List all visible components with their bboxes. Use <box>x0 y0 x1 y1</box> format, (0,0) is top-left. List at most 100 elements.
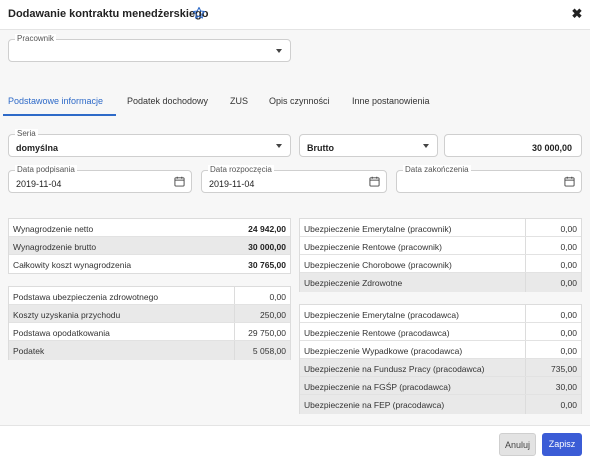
row-value: 0,00 <box>560 328 577 338</box>
row-label: Ubezpieczenie na FEP (pracodawca) <box>304 400 445 410</box>
row-value: 0,00 <box>560 260 577 270</box>
column-divider <box>525 273 526 292</box>
employer-insurance-table: Ubezpieczenie Emerytalne (pracodawca) 0,… <box>299 304 582 414</box>
row-label: Podstawa opodatkowania <box>13 328 110 338</box>
row-label: Wynagrodzenie brutto <box>13 242 97 252</box>
row-label: Koszty uzyskania przychodu <box>13 310 121 320</box>
row-label: Całkowity koszt wynagrodzenia <box>13 260 132 270</box>
active-tab-indicator <box>3 114 116 116</box>
column-divider <box>234 305 235 322</box>
column-divider <box>525 359 526 376</box>
table-row: Ubezpieczenie Rentowe (pracownik) 0,00 <box>300 237 581 255</box>
employee-insurance-table: Ubezpieczenie Emerytalne (pracownik) 0,0… <box>299 218 582 292</box>
row-value: 24 942,00 <box>248 224 286 234</box>
calendar-icon[interactable] <box>564 176 575 187</box>
series-select[interactable]: Seria domyślna <box>8 129 291 157</box>
row-value: 735,00 <box>551 364 577 374</box>
tab-activity-description[interactable]: Opis czynności <box>269 96 330 106</box>
column-divider <box>234 341 235 360</box>
row-label: Ubezpieczenie na FGŚP (pracodawca) <box>304 382 451 392</box>
cancel-button[interactable]: Anuluj <box>499 433 536 456</box>
row-value: 0,00 <box>269 292 286 302</box>
row-value: 0,00 <box>560 400 577 410</box>
employee-select[interactable]: Pracownik <box>8 34 291 62</box>
salary-summary-table: Wynagrodzenie netto 24 942,00 Wynagrodze… <box>8 218 291 274</box>
table-row: Koszty uzyskania przychodu 250,00 <box>9 305 290 323</box>
table-row: Ubezpieczenie Emerytalne (pracodawca) 0,… <box>300 305 581 323</box>
row-label: Podatek <box>13 346 45 356</box>
close-icon[interactable]: ✖ <box>570 6 584 22</box>
column-divider <box>525 237 526 254</box>
row-value: 0,00 <box>560 224 577 234</box>
row-label: Ubezpieczenie Emerytalne (pracownik) <box>304 224 452 234</box>
save-button[interactable]: Zapisz <box>542 433 582 456</box>
signed-date-field[interactable]: Data podpisania 2019-11-04 <box>8 165 192 193</box>
table-row: Ubezpieczenie Wypadkowe (pracodawca) 0,0… <box>300 341 581 359</box>
table-row: Wynagrodzenie brutto 30 000,00 <box>9 237 290 255</box>
tab-basic-info[interactable]: Podstawowe informacje <box>8 96 103 106</box>
tab-zus[interactable]: ZUS <box>230 96 248 106</box>
table-row: Ubezpieczenie Zdrowotne 0,00 <box>300 273 581 292</box>
row-value: 29 750,00 <box>248 328 286 338</box>
table-row: Ubezpieczenie na FEP (pracodawca) 0,00 <box>300 395 581 414</box>
row-value: 0,00 <box>560 242 577 252</box>
row-value: 30,00 <box>555 382 577 392</box>
signed-date-label: Data podpisania <box>15 165 77 175</box>
table-row: Podstawa ubezpieczenia zdrowotnego 0,00 <box>9 287 290 305</box>
column-divider <box>234 287 235 304</box>
table-row: Podstawa opodatkowania 29 750,00 <box>9 323 290 341</box>
row-label: Wynagrodzenie netto <box>13 224 94 234</box>
row-label: Ubezpieczenie Wypadkowe (pracodawca) <box>304 346 463 356</box>
employee-label: Pracownik <box>15 34 56 44</box>
amount-input[interactable]: 30 000,00 <box>444 134 582 157</box>
end-date-field[interactable]: Data zakończenia <box>396 165 582 193</box>
table-row: Ubezpieczenie Emerytalne (pracownik) 0,0… <box>300 219 581 237</box>
row-value: 30 765,00 <box>248 260 286 270</box>
row-value: 0,00 <box>560 310 577 320</box>
star-icon[interactable] <box>192 6 206 20</box>
chevron-down-icon <box>276 48 282 53</box>
tab-other-provisions[interactable]: Inne postanowienia <box>352 96 430 106</box>
tab-bar: Podstawowe informacje Podatek dochodowy … <box>0 92 590 116</box>
start-date-value: 2019-11-04 <box>209 179 255 189</box>
chevron-down-icon <box>276 143 282 148</box>
column-divider <box>525 305 526 322</box>
column-divider <box>525 323 526 340</box>
row-label: Ubezpieczenie na Fundusz Pracy (pracodaw… <box>304 364 485 374</box>
row-label: Ubezpieczenie Zdrowotne <box>304 278 403 288</box>
table-row: Ubezpieczenie Chorobowe (pracownik) 0,00 <box>300 255 581 273</box>
table-row: Całkowity koszt wynagrodzenia 30 765,00 <box>9 255 290 274</box>
end-date-label: Data zakończenia <box>403 165 471 175</box>
start-date-field[interactable]: Data rozpoczęcia 2019-11-04 <box>201 165 387 193</box>
signed-date-value: 2019-11-04 <box>16 179 62 189</box>
column-divider <box>525 395 526 414</box>
table-row: Wynagrodzenie netto 24 942,00 <box>9 219 290 237</box>
series-label: Seria <box>15 129 38 139</box>
chevron-down-icon <box>423 143 429 148</box>
row-value: 0,00 <box>560 346 577 356</box>
series-value: domyślna <box>16 143 59 153</box>
row-value: 250,00 <box>260 310 286 320</box>
table-row: Podatek 5 058,00 <box>9 341 290 360</box>
column-divider <box>525 219 526 236</box>
row-label: Ubezpieczenie Rentowe (pracownik) <box>304 242 442 252</box>
dialog-footer: Anuluj Zapisz <box>0 425 590 462</box>
row-label: Podstawa ubezpieczenia zdrowotnego <box>13 292 159 302</box>
amount-type-select[interactable]: Brutto <box>299 134 438 157</box>
tab-income-tax[interactable]: Podatek dochodowy <box>127 96 208 106</box>
dialog-body: Pracownik Podstawowe informacje Podatek … <box>0 30 590 425</box>
row-label: Ubezpieczenie Emerytalne (pracodawca) <box>304 310 459 320</box>
tax-table: Podstawa ubezpieczenia zdrowotnego 0,00 … <box>8 286 291 360</box>
amount-value: 30 000,00 <box>531 143 572 153</box>
row-value: 0,00 <box>560 278 577 288</box>
start-date-label: Data rozpoczęcia <box>208 165 274 175</box>
row-value: 5 058,00 <box>252 346 286 356</box>
amount-type-value: Brutto <box>307 143 334 153</box>
table-row: Ubezpieczenie na Fundusz Pracy (pracodaw… <box>300 359 581 377</box>
table-row: Ubezpieczenie Rentowe (pracodawca) 0,00 <box>300 323 581 341</box>
column-divider <box>525 377 526 394</box>
calendar-icon[interactable] <box>174 176 185 187</box>
row-label: Ubezpieczenie Chorobowe (pracownik) <box>304 260 452 270</box>
row-label: Ubezpieczenie Rentowe (pracodawca) <box>304 328 450 338</box>
calendar-icon[interactable] <box>369 176 380 187</box>
